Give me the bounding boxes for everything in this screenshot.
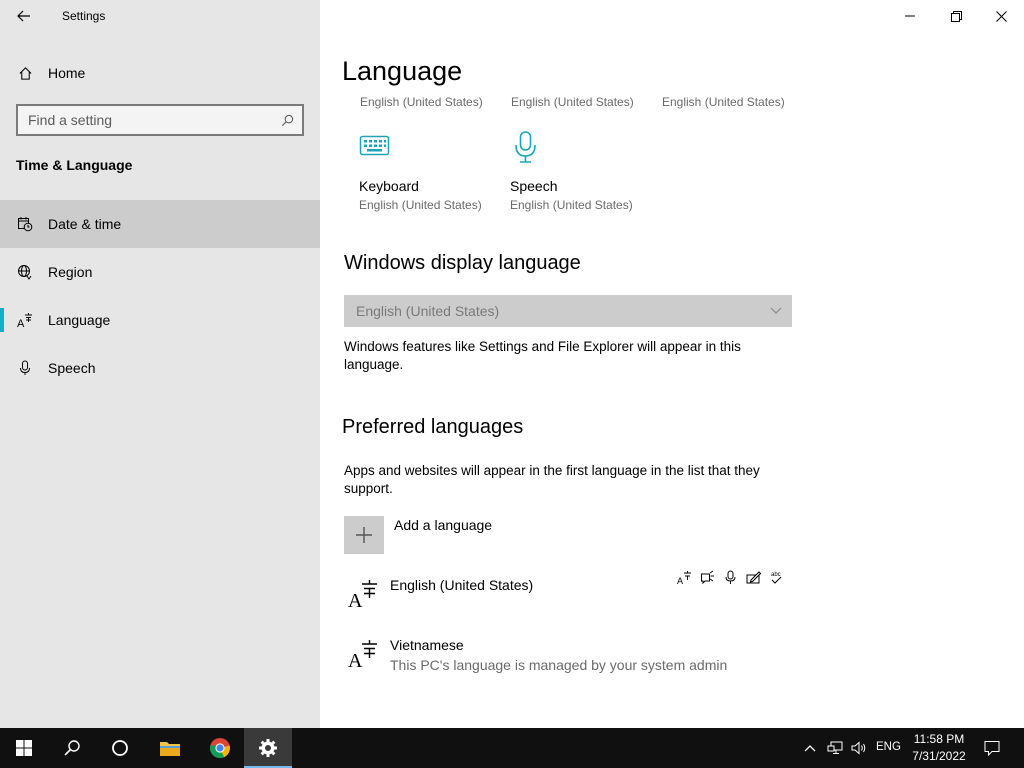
restore-button[interactable] [933,0,979,32]
sidebar-item-label: Region [48,264,93,280]
display-language-capability-icon: A [676,569,693,586]
display-language-description: Windows features like Settings and File … [344,339,741,372]
volume-button[interactable] [848,728,870,768]
minimize-icon [905,15,915,17]
sidebar-item-date-time[interactable]: Date & time [0,200,320,248]
network-icon [827,741,843,754]
chrome-button[interactable] [196,728,244,768]
clock[interactable]: 11:58 PM 7/31/2022 [904,731,974,765]
back-arrow-icon [17,10,30,22]
preferred-languages-description: Apps and websites will appear in the fir… [344,463,760,496]
add-language-button[interactable]: Add a language [344,516,492,554]
close-button[interactable] [978,0,1024,32]
cortana-icon [112,740,128,756]
sidebar-item-language[interactable]: A Language [0,296,320,344]
sidebar-item-speech[interactable]: Speech [0,344,320,392]
dropdown-value: English (United States) [356,303,500,319]
sidebar-item-label: Speech [48,360,96,376]
search-box[interactable] [16,104,304,136]
back-button[interactable] [8,4,40,28]
language-list-item-english[interactable]: A English (United States) A abc [344,570,784,627]
home-icon [19,66,32,80]
add-language-label: Add a language [394,517,493,533]
handwriting-capability-icon [745,569,762,586]
feature-description: English (United States) [510,198,633,212]
start-button[interactable] [0,728,48,768]
chevron-down-icon [770,307,782,314]
page-title: Language [342,56,463,86]
svg-text:A: A [348,590,363,611]
sidebar-item-region[interactable]: Region [0,248,320,296]
search-input[interactable] [28,112,281,128]
keyboard-feature-tile[interactable]: Keyboard English (United States) [359,130,499,212]
date-time-icon [18,217,33,232]
spell-check-capability-icon: abc [768,569,785,586]
language-feature-subtitle: English (United States) [360,95,483,109]
chrome-icon [210,738,230,759]
notification-icon [984,741,1000,756]
text-to-speech-capability-icon [699,569,716,586]
section-title: Time & Language [16,157,133,173]
show-hidden-icons-button[interactable] [800,728,820,768]
language-icon: A [17,313,32,328]
home-nav-item[interactable]: Home [0,56,320,90]
search-icon [64,740,80,756]
language-icon: A [348,640,377,671]
language-description: This PC's language is managed by your sy… [390,657,728,673]
language-name: Vietnamese [390,637,464,653]
language-icon: A [348,580,377,611]
display-language-heading: Windows display language [344,252,581,274]
speech-recognition-capability-icon [722,569,739,586]
app-title: Settings [62,9,106,23]
language-list-item-vietnamese[interactable]: A Vietnamese This PC's language is manag… [344,637,784,687]
feature-name: Speech [510,178,558,194]
file-explorer-button[interactable] [146,728,194,768]
speaker-icon [851,741,865,755]
cortana-button[interactable] [96,728,144,768]
microphone-icon [20,360,30,375]
svg-text:abc: abc [771,572,781,578]
speech-feature-tile[interactable]: Speech English (United States) [510,130,650,212]
windows-logo-icon [16,740,32,756]
sidebar-item-label: Language [48,312,111,328]
main-content: Language English (United States) English… [320,0,1024,728]
folder-icon [160,742,180,756]
search-taskbar-button[interactable] [48,728,96,768]
settings-taskbar-button[interactable] [244,728,292,768]
plus-icon [344,516,384,554]
input-language-indicator[interactable]: ENG [876,741,901,753]
feature-description: English (United States) [359,198,482,212]
sidebar-item-label: Date & time [48,216,122,232]
network-button[interactable] [824,728,846,768]
language-feature-subtitle: English (United States) [511,95,634,109]
minimize-button[interactable] [887,0,933,32]
search-icon [281,114,294,126]
microphone-icon [510,130,650,170]
gear-icon [259,739,277,757]
language-capabilities: A abc [676,569,785,586]
svg-text:A: A [348,650,363,671]
language-name: English (United States) [390,577,534,593]
title-bar-left: Settings [0,0,320,32]
globe-icon [18,265,32,280]
action-center-button[interactable] [980,728,1004,768]
feature-name: Keyboard [359,178,419,194]
language-feature-subtitle: English (United States) [662,95,785,109]
taskbar: ENG 11:58 PM 7/31/2022 [0,728,1024,768]
home-label: Home [48,65,86,81]
close-icon [995,10,1007,22]
keyboard-icon [359,130,499,170]
chevron-up-icon [804,745,816,752]
svg-text:A: A [677,576,683,585]
svg-text:A: A [17,318,25,328]
clock-date: 7/31/2022 [912,749,966,763]
restore-icon [950,10,962,22]
preferred-languages-heading: Preferred languages [342,416,524,438]
display-language-dropdown[interactable]: English (United States) [344,295,792,327]
selection-accent [0,308,4,332]
sidebar: Settings Home Time & Language Date & tim… [0,0,320,728]
clock-time: 11:58 PM [913,732,965,746]
